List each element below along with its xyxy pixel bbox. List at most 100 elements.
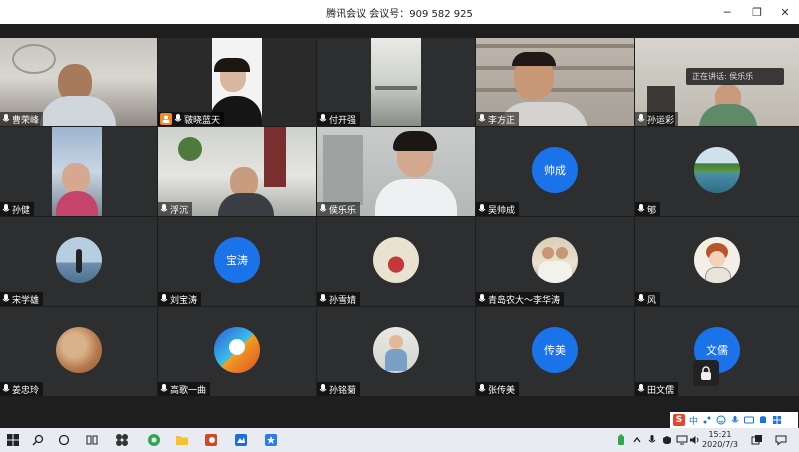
mic-icon bbox=[478, 384, 486, 392]
participant-name: 宋学雄 bbox=[12, 295, 40, 306]
mic-icon bbox=[637, 294, 645, 302]
participant-tile[interactable]: 高歌一曲 bbox=[158, 307, 316, 396]
participant-tile[interactable]: 李方正 bbox=[476, 38, 634, 126]
lock-button[interactable] bbox=[693, 360, 719, 386]
punctuation-icon[interactable] bbox=[702, 415, 712, 425]
taskbar-app[interactable] bbox=[173, 431, 191, 449]
plant-shape bbox=[178, 137, 202, 161]
nameplate: 青岛农大～李华涛 bbox=[476, 292, 565, 306]
tencent-meeting-icon bbox=[235, 434, 247, 446]
taskbar-app[interactable] bbox=[262, 431, 280, 449]
voice-input-icon[interactable] bbox=[730, 415, 740, 425]
mic-icon bbox=[160, 294, 168, 302]
tray-app[interactable] bbox=[748, 431, 766, 449]
participant-tile[interactable]: 帅成 吴帅成 bbox=[476, 127, 634, 216]
close-button[interactable]: ✕ bbox=[770, 0, 799, 24]
person-silhouette bbox=[75, 248, 82, 273]
avatar: 宝涛 bbox=[214, 236, 260, 283]
participant-tile[interactable]: 浮沉 bbox=[158, 127, 316, 216]
participant-tile[interactable]: 皲晓蓝天 bbox=[158, 38, 316, 126]
action-center-button[interactable] bbox=[772, 431, 790, 449]
participant-name: 付开强 bbox=[329, 115, 357, 126]
avatar bbox=[55, 236, 102, 283]
participant-tile-active-speaker[interactable]: 侯乐乐 bbox=[317, 127, 475, 216]
nameplate: 郇 bbox=[635, 202, 661, 216]
skin-icon[interactable] bbox=[758, 415, 768, 425]
participant-name: 孙铭菊 bbox=[329, 385, 357, 396]
nameplate: 姜忠玲 bbox=[0, 382, 44, 396]
cabinet-shape bbox=[323, 135, 363, 205]
chevron-up-icon bbox=[633, 436, 641, 443]
system-clock[interactable]: 15:21 2020/7/3 bbox=[700, 430, 740, 450]
bookshelf-shape bbox=[476, 88, 634, 92]
mic-icon bbox=[478, 294, 486, 302]
participant-tile[interactable]: 孙铭菊 bbox=[317, 307, 475, 396]
person-body bbox=[218, 193, 274, 216]
taskbar-app-active[interactable] bbox=[232, 431, 250, 449]
keyboard-icon[interactable] bbox=[744, 415, 755, 425]
participant-name: 侯乐乐 bbox=[329, 205, 357, 216]
mic-icon bbox=[478, 204, 486, 212]
participant-tile[interactable]: 风 bbox=[635, 217, 799, 306]
participant-tile[interactable]: 传美 张传美 bbox=[476, 307, 634, 396]
ime-toolbar[interactable]: S 中 bbox=[670, 412, 798, 428]
nameplate: 风 bbox=[635, 292, 661, 306]
bookshelf-shape bbox=[476, 44, 634, 48]
clock-date: 2020/7/3 bbox=[702, 440, 738, 449]
mic-icon bbox=[319, 384, 327, 392]
title-bar: 腾讯会议 会议号：909 582 925 ─ ❐ ✕ bbox=[0, 0, 799, 24]
mic-icon bbox=[2, 204, 10, 212]
participant-name: 李方正 bbox=[488, 115, 516, 126]
mic-icon bbox=[2, 294, 10, 302]
nameplate: 孙运彩 bbox=[635, 112, 679, 126]
nameplate: 张传美 bbox=[476, 382, 520, 396]
notification-icon bbox=[775, 435, 787, 446]
folder-icon bbox=[176, 436, 188, 445]
nameplate: 孙雪婧 bbox=[317, 292, 361, 306]
nameplate: 孙铭菊 bbox=[317, 382, 361, 396]
browser-icon bbox=[148, 434, 160, 446]
taskbar-app[interactable] bbox=[145, 431, 163, 449]
minimize-button[interactable]: ─ bbox=[712, 0, 742, 24]
participant-tile[interactable]: 宋学雄 bbox=[0, 217, 157, 306]
participant-tile[interactable]: 曹荣峰 bbox=[0, 38, 157, 126]
restore-button[interactable]: ❐ bbox=[742, 0, 772, 24]
ime-logo[interactable]: S bbox=[673, 414, 685, 426]
participant-tile[interactable]: 郇 bbox=[635, 127, 799, 216]
task-view-icon bbox=[86, 435, 98, 445]
mic-icon bbox=[319, 114, 327, 122]
participant-tile[interactable]: 姜忠玲 bbox=[0, 307, 157, 396]
participant-tile[interactable]: 付开强 bbox=[317, 38, 475, 126]
start-button[interactable] bbox=[4, 431, 22, 449]
taskbar-app[interactable] bbox=[202, 431, 220, 449]
nameplate: 浮沉 bbox=[158, 202, 193, 216]
person-hair bbox=[393, 131, 437, 151]
cartoon-body bbox=[705, 266, 731, 283]
emoji-icon[interactable] bbox=[716, 415, 726, 425]
host-badge-icon bbox=[160, 113, 172, 125]
task-view-button[interactable] bbox=[83, 431, 101, 449]
windows-icon bbox=[7, 434, 19, 446]
avatar bbox=[694, 146, 740, 193]
taskbar-app[interactable] bbox=[113, 431, 131, 449]
mic-icon bbox=[2, 384, 10, 392]
participant-name: 孙运彩 bbox=[647, 115, 675, 126]
participant-tile[interactable]: 宝涛 刘宝涛 bbox=[158, 217, 316, 306]
participant-name: 姜忠玲 bbox=[12, 385, 40, 396]
participant-name: 郇 bbox=[647, 205, 657, 216]
person-head bbox=[556, 246, 568, 259]
avatar bbox=[214, 326, 260, 373]
toolbox-icon[interactable] bbox=[772, 415, 782, 425]
avatar: 传美 bbox=[532, 326, 578, 373]
microphone-icon bbox=[648, 435, 656, 443]
ime-mode-label[interactable]: 中 bbox=[689, 414, 698, 427]
cortana-button[interactable] bbox=[55, 431, 73, 449]
circle-icon bbox=[58, 434, 70, 446]
cartoon-face bbox=[709, 250, 725, 267]
search-button[interactable] bbox=[29, 431, 47, 449]
participant-tile[interactable]: 孙健 bbox=[0, 127, 157, 216]
participant-tile[interactable]: 孙雪婧 bbox=[317, 217, 475, 306]
participant-tile[interactable]: 青岛农大～李华涛 bbox=[476, 217, 634, 306]
person-hair bbox=[214, 58, 250, 72]
person-body bbox=[699, 104, 757, 126]
